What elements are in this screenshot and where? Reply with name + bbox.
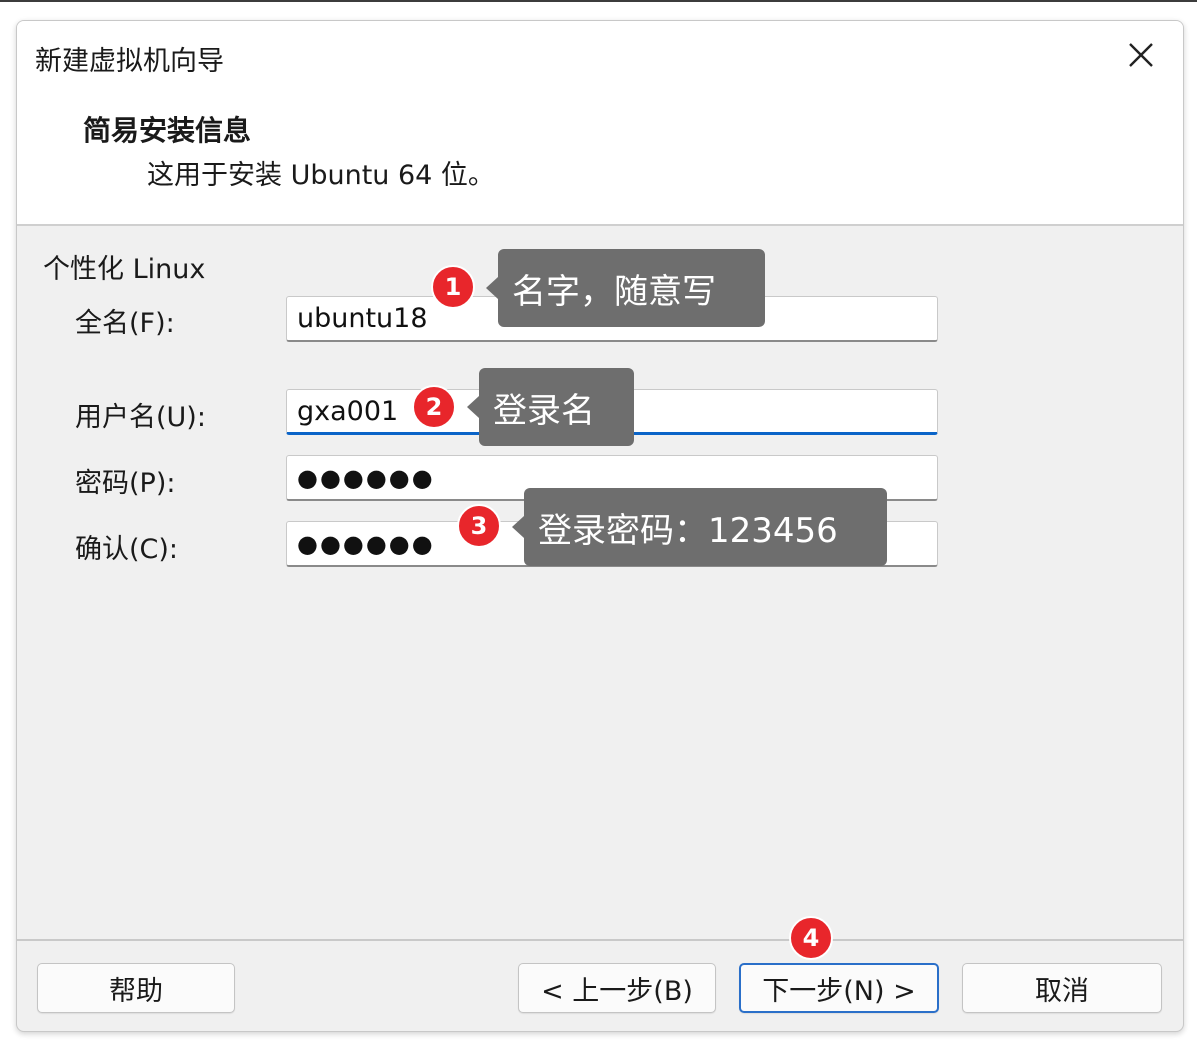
page-subheading: 这用于安装 Ubuntu 64 位。: [147, 160, 495, 191]
confirm-label: 确认(C):: [75, 534, 179, 565]
dialog-header: 新建虚拟机向导 简易安装信息 这用于安装 Ubuntu 64 位。: [17, 21, 1183, 226]
close-icon: [1129, 43, 1153, 67]
fullname-label: 全名(F):: [75, 308, 175, 339]
annotation-badge-4: 4: [789, 916, 833, 960]
annotation-callout-2: 登录名: [467, 368, 634, 446]
new-vm-wizard-dialog: 新建虚拟机向导 简易安装信息 这用于安装 Ubuntu 64 位。 个性化 Li…: [16, 20, 1184, 1032]
back-button[interactable]: < 上一步(B): [518, 963, 716, 1013]
close-button[interactable]: [1117, 31, 1165, 79]
annotation-badge-2: 2: [412, 385, 456, 429]
next-button[interactable]: 下一步(N) >: [739, 963, 939, 1013]
username-label: 用户名(U):: [75, 402, 206, 433]
annotation-badge-1: 1: [431, 265, 475, 309]
help-button[interactable]: 帮助: [37, 963, 235, 1013]
annotation-badge-3: 3: [457, 504, 501, 548]
page-heading: 简易安装信息: [83, 114, 252, 147]
top-border-line: [0, 0, 1197, 2]
cancel-button[interactable]: 取消: [962, 963, 1162, 1013]
window-title: 新建虚拟机向导: [35, 46, 224, 77]
section-label-personalize: 个性化 Linux: [43, 254, 206, 285]
annotation-callout-3: 登录密码：123456: [512, 488, 887, 566]
footer-divider: [17, 939, 1183, 941]
password-label: 密码(P):: [75, 468, 176, 499]
annotation-callout-1: 名字，随意写: [486, 249, 765, 327]
